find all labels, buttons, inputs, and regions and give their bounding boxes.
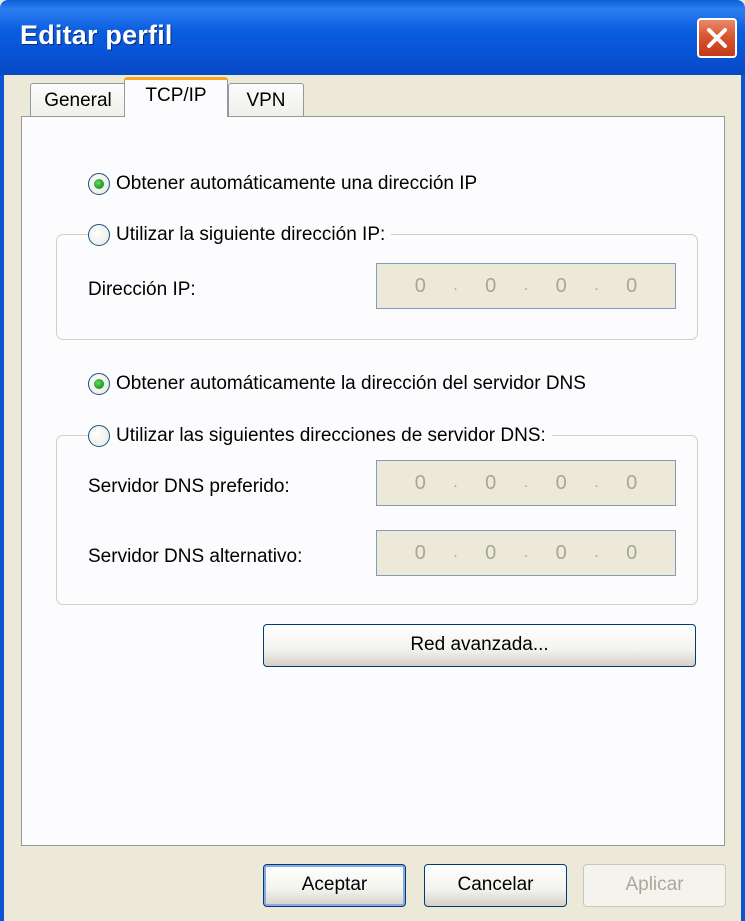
ip-dot-1: .	[453, 277, 458, 294]
title-bar[interactable]: Editar perfil	[0, 0, 745, 75]
dns-manual-label: Utilizar las siguientes direcciones de s…	[116, 425, 546, 446]
close-icon	[707, 28, 727, 48]
ip-dot-2: .	[523, 277, 529, 294]
dns-auto-radio[interactable]	[88, 373, 110, 395]
advanced-network-button[interactable]: Red avanzada...	[263, 624, 696, 667]
tab-tcpip-label: TCP/IP	[145, 85, 207, 106]
dns-alternate-label: Servidor DNS alternativo:	[88, 546, 303, 567]
dns-auto-option[interactable]: Obtener automáticamente la dirección del…	[88, 373, 592, 395]
dns-pref-octet-3: 0	[555, 471, 567, 494]
tab-vpn[interactable]: VPN	[228, 83, 304, 117]
dns-pref-dot-1: .	[453, 474, 458, 491]
ip-manual-radio[interactable]	[88, 224, 110, 246]
dns-alt-dot-1: .	[453, 544, 458, 561]
dns-preferred-label: Servidor DNS preferido:	[88, 476, 290, 497]
dns-alt-dot-3: .	[594, 544, 599, 561]
dns-alt-octet-2: 0	[485, 541, 497, 564]
dns-manual-radio[interactable]	[88, 425, 110, 447]
dns-pref-octet-2: 0	[485, 471, 497, 494]
dns-pref-octet-4: 0	[626, 471, 638, 494]
ip-octet-4: 0	[626, 274, 638, 297]
cancel-button[interactable]: Cancelar	[424, 864, 567, 907]
ip-address-field[interactable]: 0. 0. 0. 0	[376, 263, 676, 309]
apply-button[interactable]: Aplicar	[583, 864, 726, 907]
tab-tcpip[interactable]: TCP/IP	[124, 77, 228, 117]
dns-pref-octet-1: 0	[414, 471, 426, 494]
ip-dot-3: .	[594, 277, 599, 294]
close-button[interactable]	[697, 18, 737, 58]
ip-address-label: Dirección IP:	[88, 279, 196, 300]
edit-profile-dialog: Editar perfil General TCP/IP VPN Obtener…	[0, 0, 745, 921]
ip-octet-3: 0	[555, 274, 567, 297]
ip-auto-option[interactable]: Obtener automáticamente una dirección IP	[88, 173, 484, 195]
ip-auto-radio[interactable]	[88, 173, 110, 195]
ok-button[interactable]: Aceptar	[263, 864, 406, 907]
dns-pref-dot-2: .	[523, 474, 529, 491]
tab-general-label: General	[44, 90, 112, 111]
ip-manual-option[interactable]: Utilizar la siguiente dirección IP:	[88, 224, 392, 246]
dns-pref-dot-3: .	[594, 474, 599, 491]
tab-general[interactable]: General	[30, 83, 126, 117]
ip-auto-label: Obtener automáticamente una dirección IP	[116, 173, 478, 194]
ip-manual-label: Utilizar la siguiente dirección IP:	[116, 224, 386, 245]
dns-preferred-field[interactable]: 0. 0. 0. 0	[376, 460, 676, 506]
dns-alternate-field[interactable]: 0. 0. 0. 0	[376, 530, 676, 576]
dns-alt-octet-1: 0	[414, 541, 426, 564]
window-frame-left	[0, 75, 4, 921]
dns-alt-octet-4: 0	[626, 541, 638, 564]
ip-octet-1: 0	[414, 274, 426, 297]
dns-auto-label: Obtener automáticamente la dirección del…	[116, 373, 586, 394]
dns-alt-octet-3: 0	[555, 541, 567, 564]
window-frame-right	[741, 75, 745, 921]
tab-vpn-label: VPN	[246, 90, 286, 111]
dns-manual-option[interactable]: Utilizar las siguientes direcciones de s…	[88, 425, 552, 447]
window-title: Editar perfil	[20, 20, 173, 50]
ip-octet-2: 0	[485, 274, 497, 297]
dns-alt-dot-2: .	[523, 544, 529, 561]
